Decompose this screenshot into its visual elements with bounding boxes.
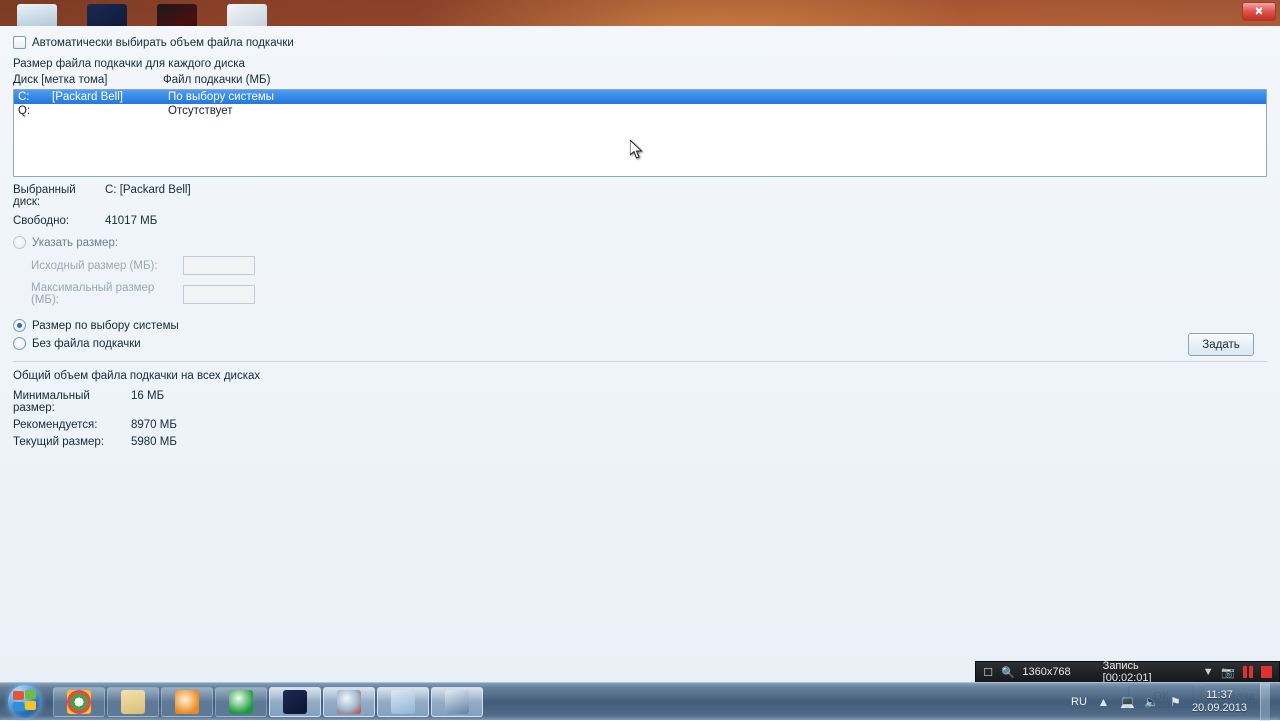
chevron-down-icon[interactable]: ▼ <box>1203 666 1214 679</box>
drive-list[interactable]: C: [Packard Bell] По выбору системы Q: О… <box>13 89 1267 177</box>
system-icon <box>445 689 469 714</box>
maximum-size-row[interactable]: Максимальный размер (МБ): <box>31 282 1267 306</box>
clock[interactable]: 11:37 20.09.2013 <box>1192 689 1247 715</box>
window-icon[interactable]: ☐ <box>983 666 993 679</box>
no-pagefile-radio-row[interactable]: Без файла подкачки Задать <box>13 333 1267 356</box>
recommended-size-row: Рекомендуется: 8970 МБ <box>13 419 1267 431</box>
recorder-status: Запись [00:02:01] <box>1102 660 1152 684</box>
camera-icon[interactable]: 📷 <box>1221 666 1235 679</box>
recommended-size-label: Рекомендуется: <box>13 419 98 431</box>
taskbar-lol[interactable] <box>269 686 321 717</box>
taskbar-chrome[interactable] <box>53 686 105 717</box>
start-button[interactable] <box>2 684 46 720</box>
recommended-size-value: 8970 МБ <box>131 419 177 431</box>
maximum-size-input[interactable] <box>183 284 255 304</box>
custom-size-label: Указать размер: <box>32 236 119 249</box>
ccleaner-icon <box>337 689 361 714</box>
taskbar-control-panel[interactable] <box>377 686 429 717</box>
auto-pagefile-checkbox[interactable] <box>13 36 26 49</box>
no-pagefile-radio[interactable] <box>13 337 26 350</box>
drive-pagefile-value: По выбору системы <box>168 91 275 103</box>
set-button[interactable]: Задать <box>1188 333 1254 356</box>
taskbar-system-properties[interactable] <box>431 686 483 717</box>
taskbar[interactable]: RU ▲ 💻 🔈 ⚑ 11:37 20.09.2013 <box>0 682 1280 721</box>
stop-icon[interactable] <box>1261 666 1272 679</box>
auto-pagefile-checkbox-row[interactable]: Автоматически выбирать объем файла подка… <box>13 36 1267 49</box>
magnifier-icon[interactable]: 🔍 <box>1001 666 1015 679</box>
drive-volume-label <box>52 105 168 117</box>
pagefile-size-section-label: Размер файла подкачки для каждого диска <box>13 58 245 70</box>
utorrent-icon <box>229 689 253 714</box>
minimum-size-row: Минимальный размер: 16 МБ <box>13 390 1267 414</box>
minimum-size-label: Минимальный размер: <box>13 390 90 414</box>
taskbar-utorrent[interactable] <box>215 686 267 717</box>
initial-size-row[interactable]: Исходный размер (МБ): <box>31 256 1267 275</box>
drive-list-headers: Диск [метка тома] Файл подкачки (МБ) <box>13 74 1267 86</box>
chrome-icon <box>67 689 91 714</box>
volume-icon[interactable]: 🔈 <box>1144 695 1159 710</box>
drive-letter: C: <box>18 91 30 103</box>
system-managed-radio-row[interactable]: Размер по выбору системы <box>13 319 1267 332</box>
lol-icon <box>283 689 307 714</box>
total-pagefile-section-label: Общий объем файла подкачки на всех диска… <box>13 370 261 382</box>
taskbar-buttons[interactable] <box>53 686 483 717</box>
pause-icon[interactable] <box>1242 666 1253 679</box>
drive-pagefile-value: Отсутствует <box>168 105 233 117</box>
drive-list-row[interactable]: Q: Отсутствует <box>14 104 1266 118</box>
system-managed-radio[interactable] <box>13 319 26 332</box>
custom-size-radio-row[interactable]: Указать размер: <box>13 236 1267 249</box>
virtual-memory-dialog[interactable]: Виртуальная память ✕ Автоматически выбир… <box>0 0 1280 720</box>
maximum-size-label: Максимальный размер (МБ): <box>31 282 155 306</box>
chevron-up-icon[interactable]: ▲ <box>1096 695 1111 710</box>
virtual-memory-body: Автоматически выбирать объем файла подка… <box>0 26 1280 720</box>
system-tray[interactable]: RU ▲ 💻 🔈 ⚑ 11:37 20.09.2013 <box>1071 683 1280 721</box>
minimum-size-value: 16 МБ <box>131 390 165 402</box>
no-pagefile-label: Без файла подкачки <box>32 337 141 350</box>
language-indicator[interactable]: RU <box>1071 696 1087 708</box>
drive-list-row[interactable]: C: [Packard Bell] По выбору системы <box>14 90 1266 104</box>
taskbar-ccleaner[interactable] <box>323 686 375 717</box>
initial-size-label: Исходный размер (МБ): <box>31 259 158 272</box>
mouse-cursor <box>630 140 643 159</box>
clock-date: 20.09.2013 <box>1191 702 1247 714</box>
initial-size-input[interactable] <box>183 256 255 275</box>
divider <box>13 361 1267 362</box>
free-space-value: 41017 МБ <box>105 215 158 227</box>
taskbar-media-player[interactable] <box>161 686 213 717</box>
drive-letter: Q: <box>18 105 31 117</box>
flag-icon[interactable]: ⚑ <box>1168 695 1183 710</box>
recorder-toolbar[interactable]: ☐ 🔍 1360x768 Запись [00:02:01] ▼ 📷 <box>975 660 1280 684</box>
current-size-value: 5980 МБ <box>131 436 177 448</box>
selected-disk-label: Выбранный диск: <box>13 184 76 208</box>
free-space-row: Свободно: 41017 МБ <box>13 215 1267 227</box>
network-icon[interactable]: 💻 <box>1120 695 1135 710</box>
current-size-label: Текущий размер: <box>13 436 105 448</box>
close-button[interactable]: ✕ <box>1242 2 1276 21</box>
selected-disk-value: C: [Packard Bell] <box>105 184 191 196</box>
media-player-icon <box>175 689 199 714</box>
explorer-icon <box>121 689 145 714</box>
drive-volume-label: [Packard Bell] <box>52 91 123 103</box>
virtual-memory-window-buttons[interactable]: ✕ <box>1242 2 1276 21</box>
control-panel-icon <box>391 689 415 714</box>
taskbar-explorer[interactable] <box>107 686 159 717</box>
windows-start-orb-icon <box>7 685 41 718</box>
header-drive: Диск [метка тома] <box>13 74 108 86</box>
show-desktop-button[interactable] <box>1260 683 1270 721</box>
system-managed-label: Размер по выбору системы <box>32 319 179 332</box>
selected-disk-row: Выбранный диск: C: [Packard Bell] <box>13 184 1267 208</box>
current-size-row: Текущий размер: 5980 МБ <box>13 436 1267 448</box>
recorder-resolution: 1360x768 <box>1022 666 1071 678</box>
free-space-label: Свободно: <box>13 215 70 227</box>
auto-pagefile-label: Автоматически выбирать объем файла подка… <box>32 36 294 49</box>
clock-time: 11:37 <box>1206 689 1233 701</box>
custom-size-radio[interactable] <box>13 236 26 249</box>
header-pagefile: Файл подкачки (МБ) <box>163 74 271 86</box>
